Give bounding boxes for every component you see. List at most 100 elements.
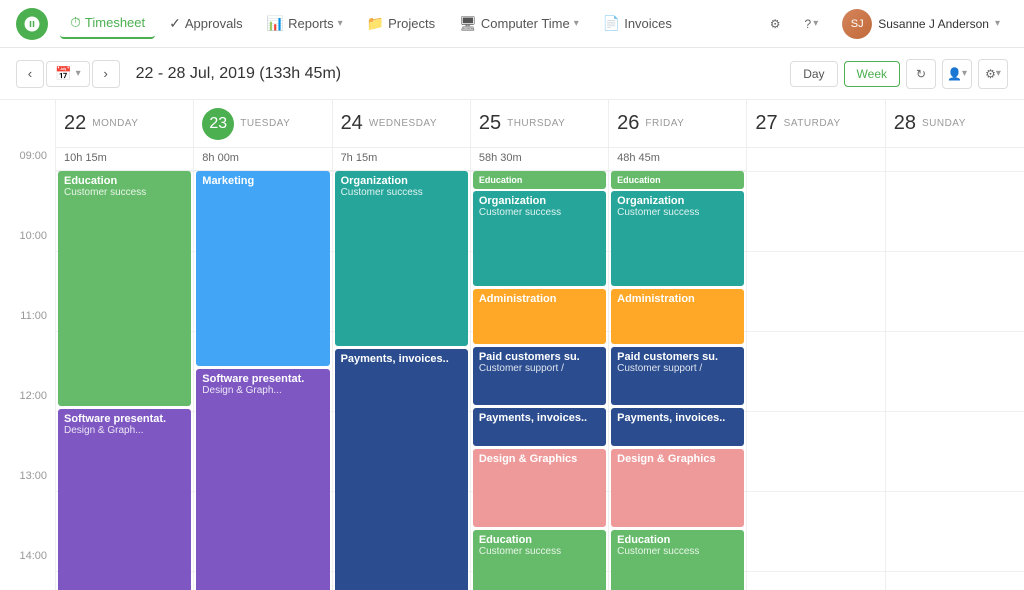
event-wed-organization[interactable]: Organization Customer success bbox=[335, 171, 468, 346]
event-title: Design & Graphics bbox=[479, 453, 600, 465]
timesheet-icon: ⏱ bbox=[70, 14, 81, 31]
event-title: Paid customers su. bbox=[479, 351, 600, 363]
view-controls: Day Week ↻ 👤 ▾ ⚙ ▾ bbox=[790, 59, 1008, 89]
event-sub: Design & Graph... bbox=[64, 425, 185, 436]
monday-events: Education Customer success Software pres… bbox=[56, 171, 193, 590]
event-thu-education-sm[interactable]: Education bbox=[473, 171, 606, 189]
event-fri-education[interactable]: Education Customer success bbox=[611, 530, 744, 590]
wednesday-name: WEDNESDAY bbox=[369, 118, 437, 129]
event-title: Education bbox=[479, 175, 600, 185]
day-wednesday: 24 WEDNESDAY 7h 15m Organization Custome… bbox=[333, 100, 471, 590]
user-menu[interactable]: SJ Susanne J Anderson ▾ bbox=[834, 5, 1008, 43]
event-thu-admin[interactable]: Administration bbox=[473, 289, 606, 344]
monday-hours: 10h 15m bbox=[56, 148, 193, 171]
top-navigation: ⏱ Timesheet ✓ Approvals 📊 Reports ▾ 📁 Pr… bbox=[0, 0, 1024, 48]
event-fri-paid[interactable]: Paid customers su. Customer support / bbox=[611, 347, 744, 405]
time-1100: 11:00 bbox=[0, 308, 55, 388]
nav-approvals[interactable]: ✓ Approvals bbox=[159, 9, 253, 38]
event-thu-paid[interactable]: Paid customers su. Customer support / bbox=[473, 347, 606, 405]
event-fri-design[interactable]: Design & Graphics bbox=[611, 449, 744, 527]
approvals-icon: ✓ bbox=[169, 15, 181, 32]
monday-header: 22 MONDAY bbox=[56, 100, 193, 148]
wednesday-num: 24 bbox=[341, 112, 363, 135]
event-mon-education[interactable]: Education Customer success bbox=[58, 171, 191, 406]
event-title: Education bbox=[617, 534, 738, 546]
event-title: Administration bbox=[617, 293, 738, 305]
event-tue-software[interactable]: Software presentat. Design & Graph... bbox=[196, 369, 329, 590]
calendar-body: 09:00 10:00 11:00 12:00 13:00 14:00 15:0… bbox=[0, 100, 1024, 590]
time-1200: 12:00 bbox=[0, 388, 55, 468]
saturday-header: 27 SATURDAY bbox=[747, 100, 884, 148]
event-sub: Customer success bbox=[341, 187, 462, 198]
event-title: Payments, invoices.. bbox=[617, 412, 738, 424]
friday-hours: 48h 45m bbox=[609, 148, 746, 171]
time-0900: 09:00 bbox=[0, 148, 55, 228]
event-thu-organization[interactable]: Organization Customer success bbox=[473, 191, 606, 286]
event-sub: Customer success bbox=[64, 187, 185, 198]
event-sub: Customer success bbox=[617, 207, 738, 218]
settings-button[interactable]: ⚙ bbox=[762, 13, 789, 35]
thursday-events: Education Organization Customer success … bbox=[471, 171, 608, 590]
event-title: Software presentat. bbox=[64, 413, 185, 425]
event-mon-software[interactable]: Software presentat. Design & Graph... ST… bbox=[58, 409, 191, 590]
calendar-settings-button[interactable]: ⚙ ▾ bbox=[978, 59, 1008, 89]
day-sunday: 28 SUNDAY - bbox=[886, 100, 1024, 590]
event-title: Education bbox=[64, 175, 185, 187]
event-fri-admin[interactable]: Administration bbox=[611, 289, 744, 344]
prev-week-button[interactable]: ‹ bbox=[16, 60, 44, 88]
nav-computer-time[interactable]: 🖥 Computer Time ▾ bbox=[449, 9, 589, 38]
help-button[interactable]: ? ▾ bbox=[797, 13, 827, 35]
calendar-icon: 📅 bbox=[55, 66, 72, 82]
day-view-button[interactable]: Day bbox=[790, 61, 837, 87]
calendar-picker-button[interactable]: 📅 ▾ bbox=[46, 61, 90, 87]
day-saturday: 27 SATURDAY - bbox=[747, 100, 885, 590]
tuesday-header: 23 TUESDAY bbox=[194, 100, 331, 148]
days-grid: 22 MONDAY 10h 15m Education Customer suc… bbox=[56, 100, 1024, 590]
computer-time-icon: 🖥 bbox=[459, 15, 477, 32]
sunday-header: 28 SUNDAY bbox=[886, 100, 1024, 148]
event-thu-payments[interactable]: Payments, invoices.. bbox=[473, 408, 606, 446]
event-thu-education[interactable]: Education Customer success bbox=[473, 530, 606, 590]
week-view-button[interactable]: Week bbox=[844, 61, 900, 87]
friday-header: 26 FRIDAY bbox=[609, 100, 746, 148]
refresh-icon: ↻ bbox=[916, 67, 926, 81]
event-sub: Customer support / bbox=[617, 363, 738, 374]
event-tue-marketing[interactable]: Marketing bbox=[196, 171, 329, 366]
nav-invoices[interactable]: 📄 Invoices bbox=[593, 9, 682, 38]
projects-icon: 📁 bbox=[367, 15, 384, 32]
nav-projects[interactable]: 📁 Projects bbox=[357, 9, 445, 38]
event-title: Marketing bbox=[202, 175, 323, 187]
event-fri-education-sm[interactable]: Education bbox=[611, 171, 744, 189]
event-title: Payments, invoices.. bbox=[479, 412, 600, 424]
event-thu-design[interactable]: Design & Graphics bbox=[473, 449, 606, 527]
event-sub: Design & Graph... bbox=[202, 385, 323, 396]
user-chevron: ▾ bbox=[995, 18, 1000, 29]
reports-icon: 📊 bbox=[267, 15, 284, 32]
event-title: Administration bbox=[479, 293, 600, 305]
event-sub: Customer success bbox=[479, 207, 600, 218]
day-monday: 22 MONDAY 10h 15m Education Customer suc… bbox=[56, 100, 194, 590]
event-wed-payments[interactable]: Payments, invoices.. bbox=[335, 349, 468, 590]
refresh-button[interactable]: ↻ bbox=[906, 59, 936, 89]
app-logo[interactable] bbox=[16, 8, 48, 40]
person-icon: 👤 bbox=[947, 67, 962, 81]
event-title: Organization bbox=[617, 195, 738, 207]
next-week-button[interactable]: › bbox=[92, 60, 120, 88]
friday-num: 26 bbox=[617, 112, 639, 135]
monday-name: MONDAY bbox=[92, 118, 138, 129]
tuesday-events: Marketing Software presentat. Design & G… bbox=[194, 171, 331, 590]
saturday-num: 27 bbox=[755, 112, 777, 135]
reports-chevron: ▾ bbox=[338, 18, 343, 29]
event-fri-organization[interactable]: Organization Customer success bbox=[611, 191, 744, 286]
day-thursday: 25 THURSDAY 58h 30m Education Organizati… bbox=[471, 100, 609, 590]
event-sub: Customer success bbox=[479, 546, 600, 557]
event-title: Education bbox=[479, 534, 600, 546]
nav-timesheet[interactable]: ⏱ Timesheet bbox=[60, 8, 155, 39]
event-fri-payments[interactable]: Payments, invoices.. bbox=[611, 408, 744, 446]
person-filter-button[interactable]: 👤 ▾ bbox=[942, 59, 972, 89]
tuesday-name: TUESDAY bbox=[240, 118, 290, 129]
event-title: Paid customers su. bbox=[617, 351, 738, 363]
nav-reports[interactable]: 📊 Reports ▾ bbox=[257, 9, 353, 38]
event-title: Organization bbox=[479, 195, 600, 207]
event-title: Organization bbox=[341, 175, 462, 187]
